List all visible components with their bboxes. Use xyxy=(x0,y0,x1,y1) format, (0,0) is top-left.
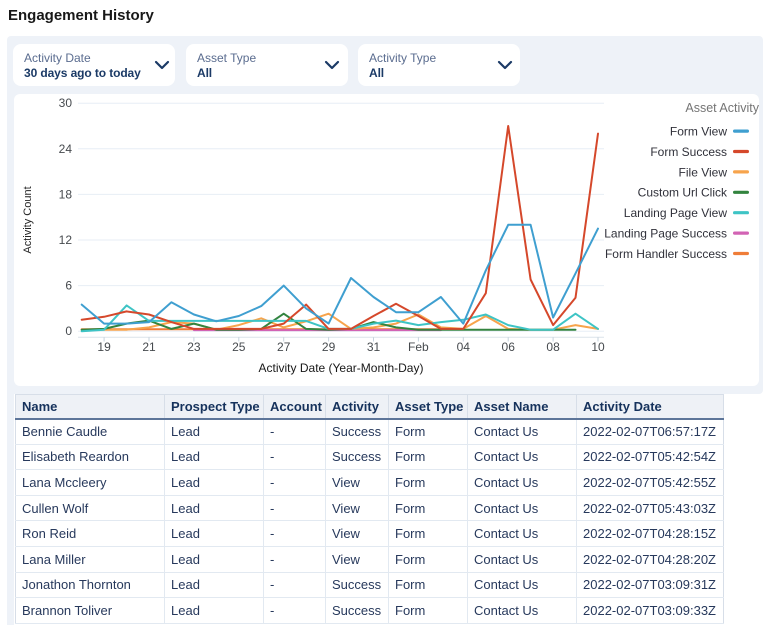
svg-text:Landing Page View: Landing Page View xyxy=(624,206,728,220)
svg-text:06: 06 xyxy=(502,340,516,354)
svg-text:Form View: Form View xyxy=(670,125,727,139)
svg-text:08: 08 xyxy=(546,340,560,354)
svg-text:21: 21 xyxy=(142,340,156,354)
svg-text:Feb: Feb xyxy=(408,340,429,354)
svg-text:24: 24 xyxy=(59,142,73,156)
svg-text:18: 18 xyxy=(59,187,73,201)
svg-text:Asset Activity: Asset Activity xyxy=(685,101,759,115)
svg-text:Activity Date (Year-Month-Day): Activity Date (Year-Month-Day) xyxy=(259,361,424,375)
svg-text:Form Handler Success: Form Handler Success xyxy=(605,247,727,261)
svg-text:Activity Count: Activity Count xyxy=(22,186,34,253)
svg-text:27: 27 xyxy=(277,340,291,354)
svg-text:23: 23 xyxy=(187,340,201,354)
svg-text:25: 25 xyxy=(232,340,246,354)
svg-text:Form Success: Form Success xyxy=(650,145,727,159)
svg-text:30: 30 xyxy=(59,96,73,110)
svg-text:0: 0 xyxy=(65,324,72,338)
svg-text:6: 6 xyxy=(65,279,72,293)
svg-text:File View: File View xyxy=(679,165,728,179)
svg-text:Custom Url Click: Custom Url Click xyxy=(638,186,728,200)
svg-text:19: 19 xyxy=(97,340,111,354)
svg-text:04: 04 xyxy=(457,340,471,354)
svg-text:12: 12 xyxy=(59,233,73,247)
svg-text:29: 29 xyxy=(322,340,336,354)
svg-text:Landing Page Success: Landing Page Success xyxy=(604,227,727,241)
svg-text:10: 10 xyxy=(591,340,605,354)
svg-text:31: 31 xyxy=(367,340,381,354)
